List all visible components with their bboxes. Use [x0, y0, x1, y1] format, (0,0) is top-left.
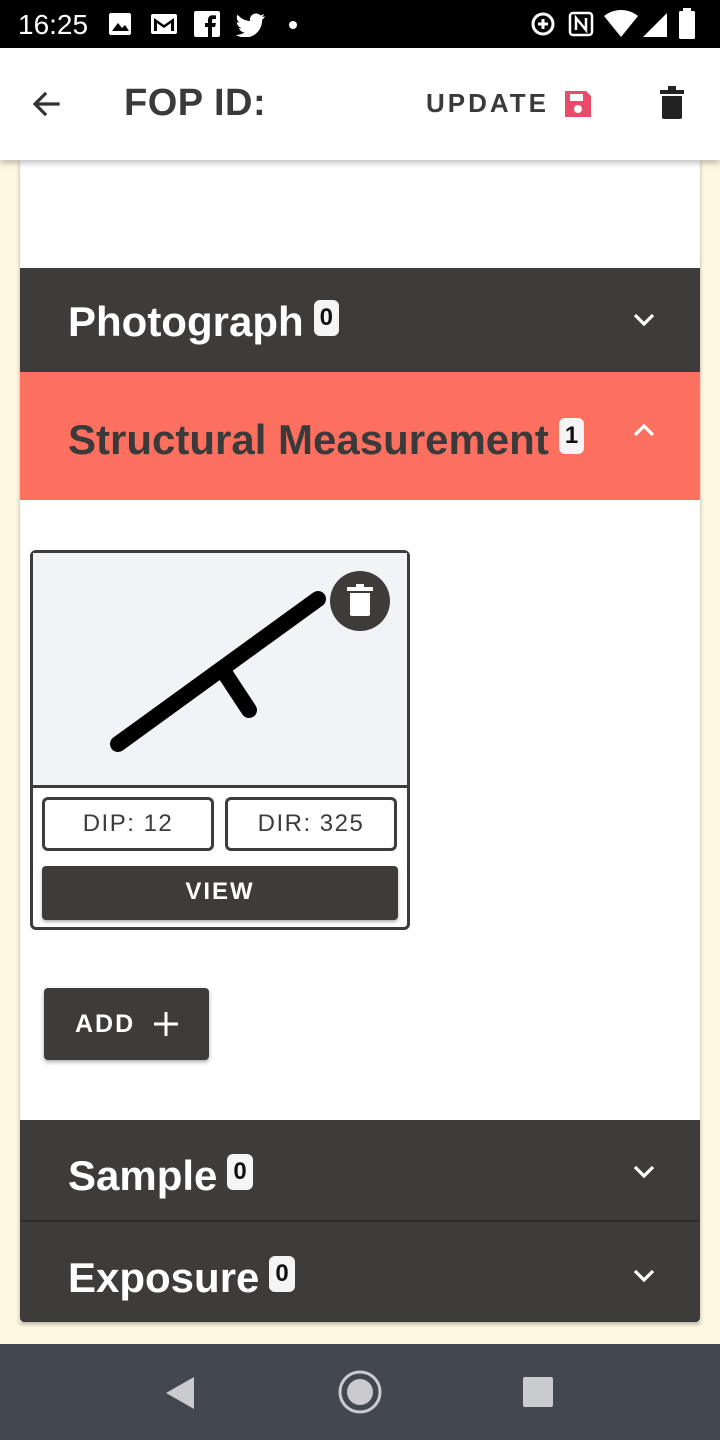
sample-count-badge: 0 [227, 1154, 253, 1190]
data-saver-icon [531, 12, 555, 36]
chevron-down-icon [633, 1269, 655, 1283]
section-structural-label: Structural Measurement [68, 416, 549, 463]
twitter-icon [236, 13, 265, 37]
section-sample-label: Sample [68, 1152, 218, 1199]
save-icon[interactable] [562, 88, 594, 120]
trash-icon[interactable] [658, 86, 686, 120]
section-structural-measurement[interactable]: Structural Measurement 1 [20, 372, 700, 500]
add-button-label: ADD [75, 1010, 136, 1038]
dot-icon [289, 21, 297, 29]
nav-back-icon[interactable] [164, 1376, 196, 1410]
delete-measurement-button[interactable] [330, 571, 390, 631]
chevron-down-icon [633, 1165, 655, 1179]
section-structural-title: Structural Measurement 1 [68, 416, 585, 464]
nfc-icon [568, 11, 594, 37]
form-content: Photograph 0 Structural Measurement 1 DIP:… [20, 160, 700, 1322]
nav-home-icon[interactable] [337, 1369, 383, 1415]
app-bar: FOP ID: UPDATE [0, 48, 720, 160]
page-title: FOP ID: [124, 82, 267, 124]
dip-value: DIP: 12 [42, 797, 214, 851]
battery-icon [679, 8, 695, 39]
measurement-card: DIP: 12 DIR: 325 VIEW [30, 550, 410, 930]
back-arrow-icon[interactable] [30, 88, 62, 120]
chevron-down-icon [633, 313, 655, 327]
section-exposure[interactable]: Exposure 0 [20, 1222, 700, 1322]
measurement-preview [33, 553, 407, 788]
update-button[interactable]: UPDATE [426, 88, 549, 119]
facebook-icon [194, 11, 220, 37]
structural-count-badge: 1 [558, 418, 585, 454]
gmail-icon [151, 14, 177, 34]
dir-value: DIR: 325 [225, 797, 397, 851]
view-button[interactable]: VIEW [42, 866, 398, 920]
wifi-icon [604, 10, 638, 37]
section-sample[interactable]: Sample 0 [20, 1120, 700, 1220]
signal-icon [643, 13, 667, 37]
image-icon [109, 13, 131, 35]
add-measurement-button[interactable]: ADD [44, 988, 209, 1060]
nav-recents-icon[interactable] [522, 1376, 554, 1408]
section-photograph-title: Photograph 0 [68, 298, 339, 346]
clock: 16:25 [18, 9, 89, 40]
system-nav-bar [0, 1344, 720, 1440]
section-photograph-label: Photograph [68, 298, 304, 345]
trash-icon [347, 584, 373, 616]
photograph-count-badge: 0 [313, 300, 339, 336]
section-exposure-label: Exposure [68, 1254, 260, 1301]
section-sample-title: Sample 0 [68, 1152, 253, 1200]
status-bar: 16:25 [0, 0, 720, 48]
exposure-count-badge: 0 [269, 1256, 295, 1292]
section-photograph[interactable]: Photograph 0 [20, 268, 700, 372]
chevron-up-icon [633, 423, 655, 437]
plus-icon [154, 1012, 178, 1036]
section-exposure-title: Exposure 0 [68, 1254, 295, 1302]
